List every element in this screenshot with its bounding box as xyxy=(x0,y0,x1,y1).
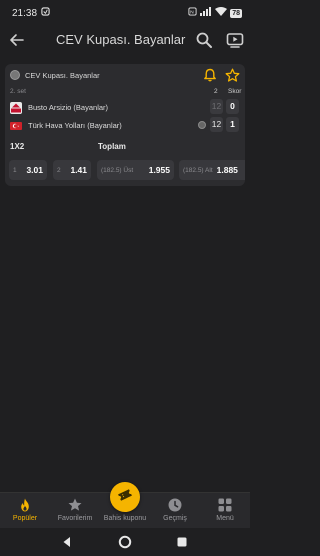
odd-button-under[interactable]: (182.5) Alt 1.885 xyxy=(179,160,245,180)
odd-value: 1.955 xyxy=(148,165,170,175)
star-icon xyxy=(67,497,83,513)
search-icon[interactable] xyxy=(195,31,213,49)
market-1x2-title: 1X2 xyxy=(10,142,25,151)
nav-history[interactable]: Geçmiş xyxy=(150,493,200,529)
fire-icon xyxy=(17,497,33,513)
svg-text:N: N xyxy=(190,9,194,15)
league-row: CEV Kupası. Bayanlar xyxy=(10,70,100,80)
odd-button-1[interactable]: 1 3.01 xyxy=(9,160,47,180)
odd-button-2[interactable]: 2 1.41 xyxy=(53,160,91,180)
home-set-score: 12 xyxy=(210,99,223,114)
set-label: 2. set xyxy=(10,88,26,95)
betslip-button[interactable] xyxy=(110,482,140,512)
notification-icon xyxy=(41,7,50,19)
back-arrow-icon[interactable] xyxy=(9,32,25,48)
page-title: CEV Kupası. Bayanlar xyxy=(56,32,186,47)
volleyball-icon xyxy=(10,70,20,80)
home-team-logo xyxy=(10,101,22,114)
nav-label: Geçmiş xyxy=(163,515,187,522)
odd-value: 3.01 xyxy=(26,165,43,175)
system-nav-bar xyxy=(0,528,250,556)
ticket-icon xyxy=(117,487,133,508)
market-total-title: Toplam xyxy=(98,142,126,151)
score-column-header: Skor xyxy=(228,88,242,95)
battery-icon: 78 xyxy=(230,8,242,18)
system-recents-icon[interactable] xyxy=(175,535,189,549)
live-tv-icon[interactable] xyxy=(226,31,244,49)
odd-label: (182.5) Alt xyxy=(183,166,213,174)
serving-indicator-icon xyxy=(198,121,206,129)
set-column-header: 2 xyxy=(214,88,218,95)
odd-label: (182.5) Üst xyxy=(101,166,134,174)
nav-label: Favorilerim xyxy=(57,515,93,522)
signal-icon xyxy=(200,7,212,19)
nav-favorites[interactable]: Favorilerim xyxy=(50,493,100,529)
home-team-name: Busto Arsizio (Bayanlar) xyxy=(28,102,109,112)
favorite-star-icon[interactable] xyxy=(225,68,240,83)
away-score: 1 xyxy=(226,117,239,132)
status-time: 21:38 xyxy=(12,7,38,19)
nav-popular[interactable]: Popüler xyxy=(0,493,50,529)
home-score: 0 xyxy=(226,99,239,114)
nav-label: Bahis kuponu xyxy=(103,515,147,522)
wifi-icon xyxy=(215,7,228,19)
away-team-name: Türk Hava Yolları (Bayanlar) xyxy=(28,120,122,130)
team-row-home: Busto Arsizio (Bayanlar) 12 0 xyxy=(10,99,240,115)
app-header: CEV Kupası. Bayanlar xyxy=(0,26,250,56)
nav-label: Popüler xyxy=(12,515,38,522)
grid-icon xyxy=(217,497,233,513)
bell-icon[interactable] xyxy=(203,68,217,82)
away-team-logo xyxy=(10,119,22,131)
odd-value: 1.885 xyxy=(216,165,238,175)
odd-button-over[interactable]: (182.5) Üst 1.955 xyxy=(97,160,174,180)
league-name: CEV Kupası. Bayanlar xyxy=(25,70,100,80)
nfc-icon: N xyxy=(188,7,197,19)
nav-label: Menü xyxy=(216,515,234,522)
system-back-icon[interactable] xyxy=(60,535,74,549)
team-row-away: Türk Hava Yolları (Bayanlar) 12 1 xyxy=(10,117,240,133)
system-home-icon[interactable] xyxy=(118,535,132,549)
away-set-score: 12 xyxy=(210,117,223,132)
status-bar: 21:38 N 78 xyxy=(0,0,250,26)
odd-value: 1.41 xyxy=(70,165,87,175)
clock-icon xyxy=(167,497,183,513)
odd-label: 2 xyxy=(57,166,61,174)
match-card[interactable]: CEV Kupası. Bayanlar 2. set 2 Skor Busto… xyxy=(5,64,245,186)
nav-menu[interactable]: Menü xyxy=(200,493,250,529)
odd-label: 1 xyxy=(13,166,17,174)
